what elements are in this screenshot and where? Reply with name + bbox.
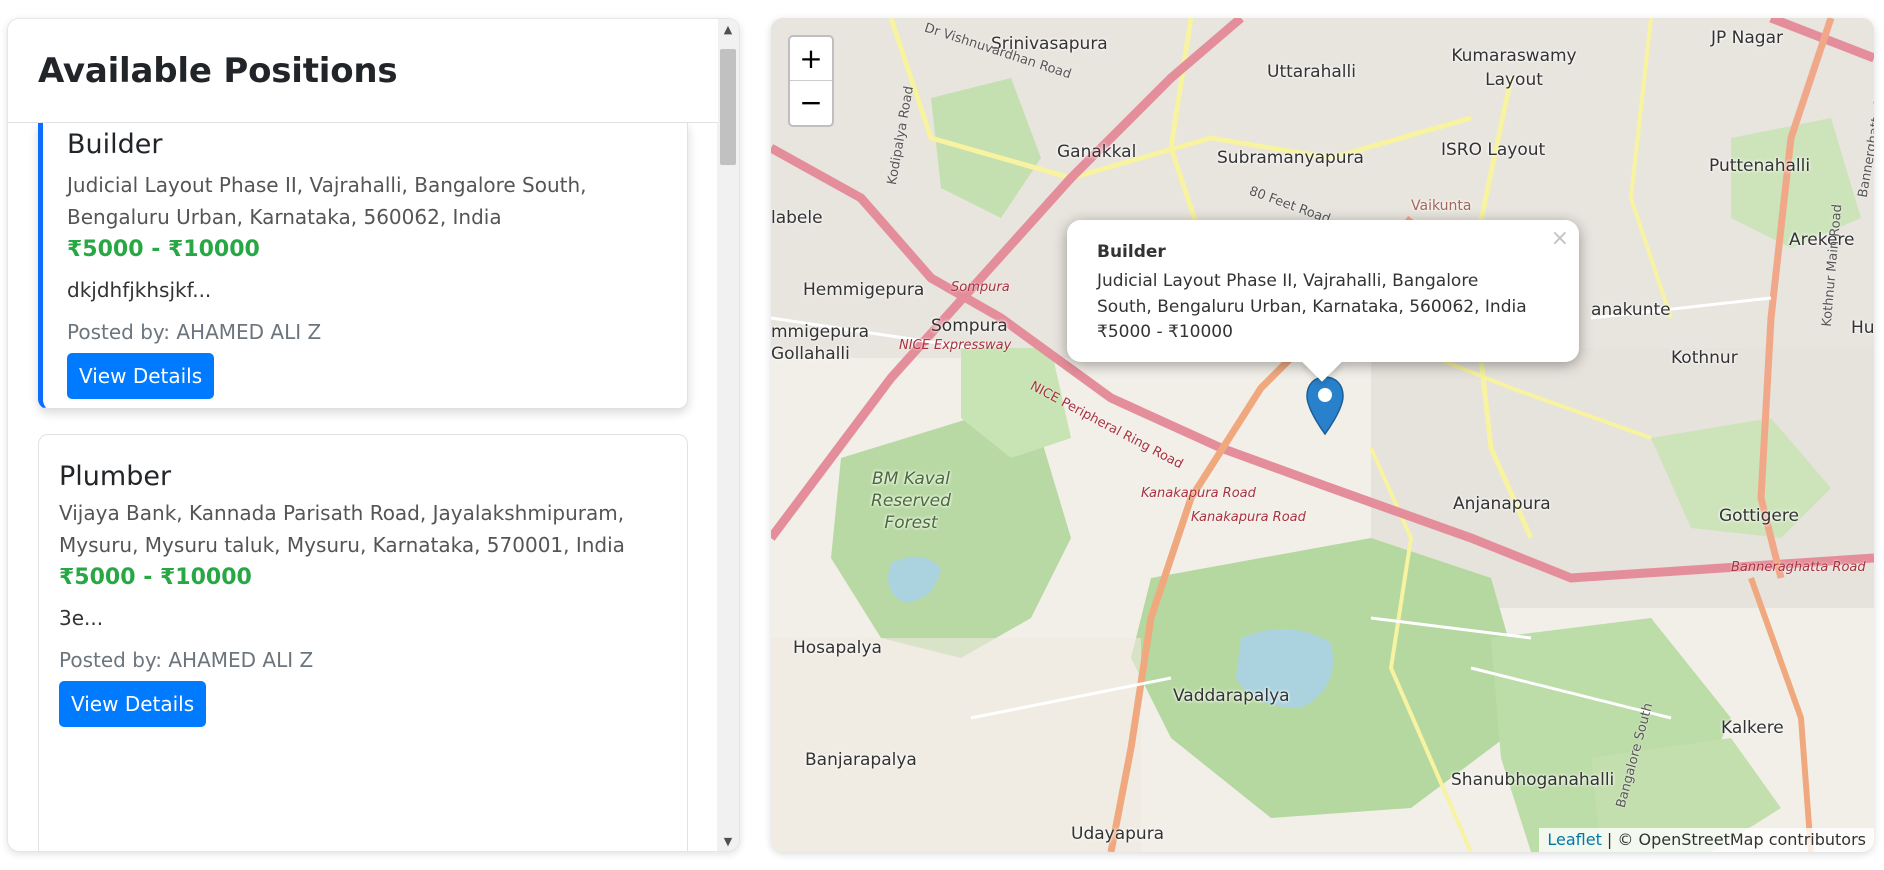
map-place-label: Kothnur <box>1671 348 1738 368</box>
map-place-label: Kalkere <box>1721 718 1784 738</box>
map-place-label: Arekere <box>1789 230 1855 250</box>
map[interactable]: Srinivasapura Uttarahalli Kumaraswamy La… <box>771 18 1874 852</box>
map-place-label: BM Kaval Reserved Forest <box>871 469 951 533</box>
popup-address: Judicial Layout Phase II, Vajrahalli, Ba… <box>1097 271 1527 317</box>
map-place-label: Banjarapalya <box>805 750 917 770</box>
map-place-label: ISRO Layout <box>1441 140 1546 160</box>
scroll-up-arrow-icon[interactable]: ▲ <box>717 19 739 41</box>
job-salary: ₹5000 - ₹10000 <box>59 565 252 590</box>
map-road-label: Sompura <box>951 280 1010 295</box>
popup-content: × Builder Judicial Layout Phase II, Vajr… <box>1067 220 1579 362</box>
map-road-label: NICE Expressway <box>899 338 1012 353</box>
map-place-label: anakunte <box>1591 300 1671 320</box>
map-road-label: Kanakapura Road <box>1141 486 1256 501</box>
job-address: Vijaya Bank, Kannada Parisath Road, Jaya… <box>59 501 625 557</box>
positions-panel: Available Positions Builder Judicial Lay… <box>7 18 740 852</box>
positions-list[interactable]: Builder Judicial Layout Phase II, Vajrah… <box>8 123 718 851</box>
zoom-control: + − <box>788 35 834 127</box>
job-description: dkjdhfjkhsjkf... <box>67 278 212 302</box>
leaflet-link[interactable]: Leaflet <box>1547 830 1601 849</box>
map-place-label: Uttarahalli <box>1267 62 1356 82</box>
scroll-thumb[interactable] <box>720 49 736 165</box>
map-place-label: Gottigere <box>1719 506 1799 526</box>
close-icon[interactable]: × <box>1551 226 1569 251</box>
map-place-label: Hosapalya <box>793 638 882 658</box>
map-place-label: Hemmigepura <box>803 280 925 300</box>
scroll-down-arrow-icon[interactable]: ▼ <box>717 831 739 851</box>
attribution-text: | © OpenStreetMap contributors <box>1601 830 1866 849</box>
job-description: 3e... <box>59 606 104 630</box>
view-details-button[interactable]: View Details <box>67 353 215 399</box>
job-address: Judicial Layout Phase II, Vajrahalli, Ba… <box>67 173 587 229</box>
map-place-label: Ganakkal <box>1057 142 1137 162</box>
map-place-label: Shanubhoganahalli <box>1451 770 1615 790</box>
map-place-label: mmigepura <box>771 322 870 342</box>
map-place-label: Puttenahalli <box>1709 156 1811 176</box>
map-place-label: Vaddarapalya <box>1173 686 1290 706</box>
job-salary: ₹5000 - ₹10000 <box>67 237 260 262</box>
posted-by: Posted by: AHAMED ALI Z <box>67 320 322 344</box>
map-marker-icon[interactable] <box>1305 376 1345 436</box>
posted-by: Posted by: AHAMED ALI Z <box>59 648 314 672</box>
page-title: Available Positions <box>38 51 398 91</box>
map-place-label: JP Nagar <box>1711 28 1784 48</box>
zoom-out-button[interactable]: − <box>790 81 832 125</box>
map-place-label: Vaikunta <box>1411 198 1472 214</box>
list-item[interactable]: Builder Judicial Layout Phase II, Vajrah… <box>38 123 688 409</box>
map-place-label: Hu <box>1851 318 1874 338</box>
map-road-label: Banneraghatta Road <box>1731 560 1866 575</box>
panel-header: Available Positions <box>8 19 718 123</box>
map-place-label: Sompura <box>931 316 1008 336</box>
map-place-label: Udayapura <box>1071 824 1165 844</box>
map-road-label: Kanakapura Road <box>1191 510 1306 525</box>
map-place-label: Anjanapura <box>1453 494 1551 514</box>
map-attribution: Leaflet | © OpenStreetMap contributors <box>1539 828 1874 852</box>
map-place-label: Kumaraswamy Layout <box>1451 46 1577 90</box>
list-item[interactable]: Plumber Vijaya Bank, Kannada Parisath Ro… <box>38 434 688 851</box>
popup-title: Builder <box>1097 242 1166 262</box>
job-title: Builder <box>67 129 163 160</box>
map-place-label: labele <box>771 208 823 228</box>
map-place-label: Gollahalli <box>771 344 850 364</box>
map-popup: × Builder Judicial Layout Phase II, Vajr… <box>1067 220 1579 382</box>
view-details-button[interactable]: View Details <box>59 681 207 727</box>
zoom-in-button[interactable]: + <box>790 37 832 81</box>
scrollbar[interactable]: ▲ ▼ <box>717 19 739 851</box>
popup-salary: ₹5000 - ₹10000 <box>1097 322 1233 342</box>
job-title: Plumber <box>59 461 172 492</box>
map-place-label: Subramanyapura <box>1217 148 1364 168</box>
